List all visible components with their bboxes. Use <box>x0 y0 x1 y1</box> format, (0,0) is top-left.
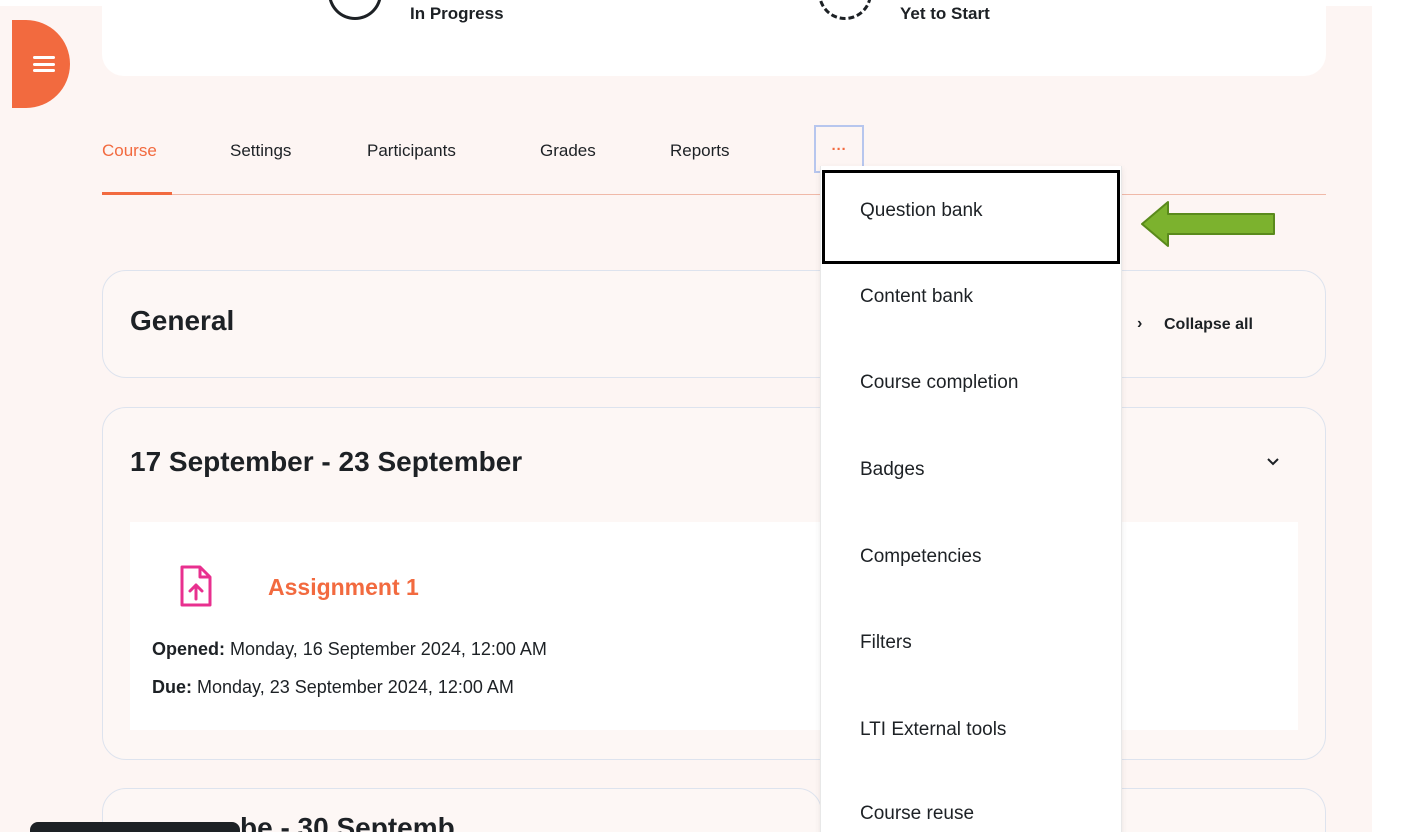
due-value: Monday, 23 September 2024, 12:00 AM <box>197 677 514 697</box>
active-tab-indicator <box>102 192 172 195</box>
drawer-toggle-button[interactable] <box>12 20 70 108</box>
opened-label: Opened: <box>152 639 226 659</box>
assignment-link[interactable]: Assignment 1 <box>268 574 419 601</box>
tab-divider <box>102 194 1326 195</box>
opened-value: Monday, 16 September 2024, 12:00 AM <box>230 639 547 659</box>
opened-date: Opened: Monday, 16 September 2024, 12:00… <box>152 639 547 660</box>
section-next-right <box>1122 788 1326 832</box>
menu-item-filters[interactable]: Filters <box>860 632 912 654</box>
tab-settings[interactable]: Settings <box>230 141 291 161</box>
section-title-week: 17 September - 23 September <box>130 446 523 477</box>
due-label: Due: <box>152 677 192 697</box>
course-progress-card <box>102 0 1326 76</box>
section-general <box>102 270 1326 378</box>
collapse-all-link[interactable]: Collapse all <box>1164 316 1253 334</box>
yet-to-start-label: Yet to Start <box>900 4 990 23</box>
section-title-next: be - 30 Septemb <box>240 812 455 832</box>
right-edge-strip <box>1372 0 1404 832</box>
menu-item-badges[interactable]: Badges <box>860 459 924 481</box>
tab-grades[interactable]: Grades <box>540 141 596 161</box>
menu-icon <box>33 56 55 72</box>
tab-participants[interactable]: Participants <box>367 141 456 161</box>
menu-item-course-completion[interactable]: Course completion <box>860 372 1018 394</box>
toast-bar <box>30 822 240 832</box>
chevron-down-icon[interactable] <box>1265 456 1281 468</box>
menu-item-course-reuse[interactable]: Course reuse <box>860 803 974 825</box>
menu-item-competencies[interactable]: Competencies <box>860 546 981 568</box>
file-upload-icon <box>180 565 212 607</box>
activity-assignment <box>130 522 1298 730</box>
menu-item-content-bank[interactable]: Content bank <box>860 286 973 308</box>
menu-item-lti-external-tools[interactable]: LTI External tools <box>860 719 1006 741</box>
tab-reports[interactable]: Reports <box>670 141 730 161</box>
due-date: Due: Monday, 23 September 2024, 12:00 AM <box>152 677 514 698</box>
tab-course[interactable]: Course <box>102 141 157 161</box>
chevron-right-icon: › <box>1137 315 1143 332</box>
annotation-highlight-box <box>822 170 1120 264</box>
arrow-left-icon <box>1141 201 1275 247</box>
section-title-general: General <box>130 305 235 336</box>
in-progress-label: In Progress <box>410 4 504 23</box>
